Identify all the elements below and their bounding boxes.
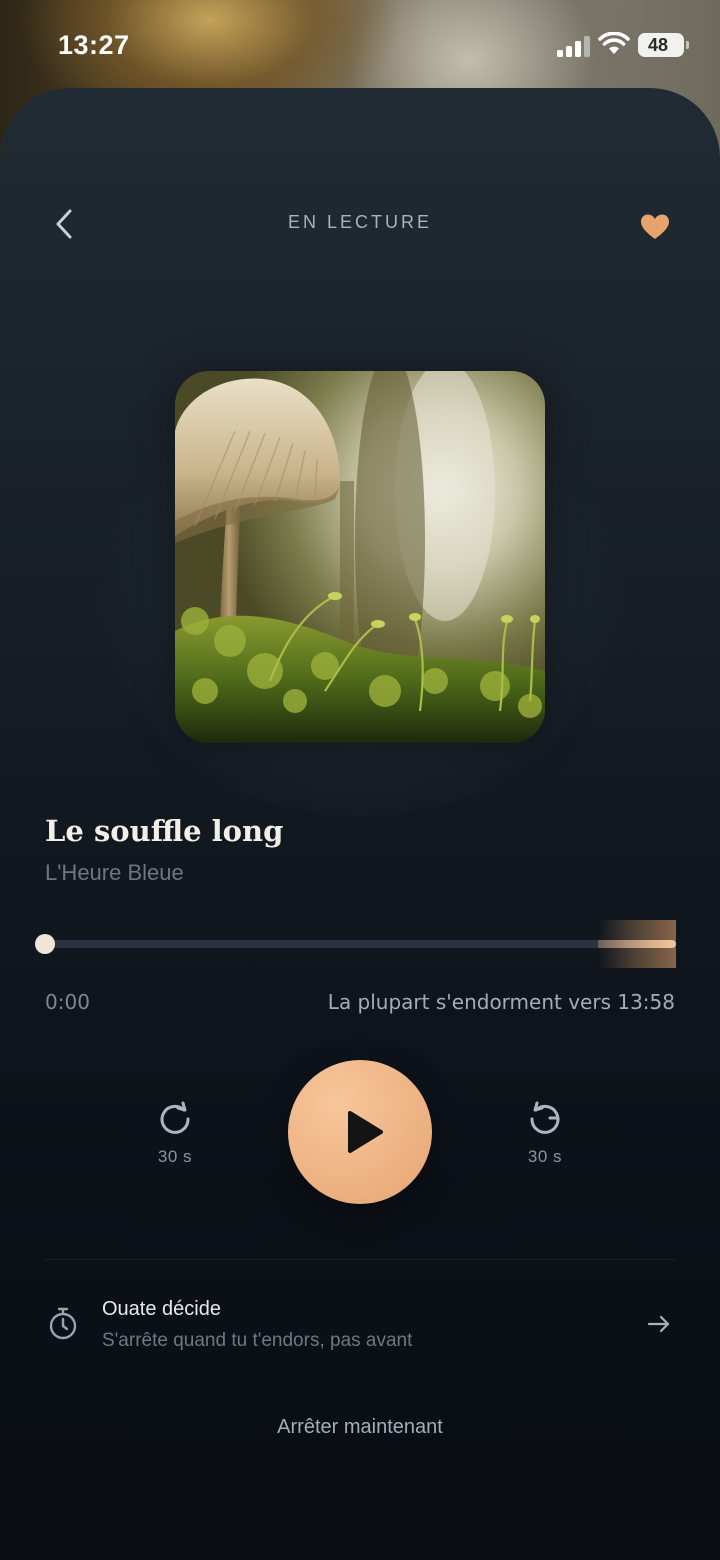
rotate-cw-icon — [530, 1101, 560, 1134]
current-time: 0:00 — [45, 990, 90, 1014]
sleep-timer-row[interactable]: Ouate décide S'arrête quand tu t'endors,… — [45, 1284, 675, 1364]
status-bar: 13:27 48 — [0, 0, 720, 90]
back-button[interactable] — [46, 203, 82, 245]
play-button[interactable] — [288, 1060, 432, 1204]
page-title: EN LECTURE — [287, 212, 433, 232]
track-artwork — [175, 371, 545, 743]
progress-bar[interactable] — [45, 940, 675, 948]
heart-icon — [641, 214, 669, 239]
track-title: Le souffle long — [45, 814, 284, 848]
sleep-estimate: La plupart s'endorment vers 13:58 — [327, 990, 675, 1014]
divider — [45, 1259, 675, 1260]
skip-back-button[interactable]: 30 s — [140, 1093, 210, 1173]
rotate-ccw-icon — [160, 1101, 190, 1134]
play-icon — [348, 1111, 383, 1153]
chevron-left-icon — [56, 209, 72, 239]
wifi-icon — [598, 32, 630, 54]
skip-back-label: 30 s — [157, 1147, 193, 1166]
arrow-right-icon — [647, 1315, 670, 1333]
stop-now-button[interactable]: Arrêter maintenant — [210, 1416, 510, 1439]
stopwatch-icon — [49, 1307, 77, 1340]
sleep-timer-subtitle: S'arrête quand tu t'endors, pas avant — [102, 1330, 413, 1351]
skip-forward-button[interactable]: 30 s — [510, 1093, 580, 1173]
track-artist: L'Heure Bleue — [45, 860, 184, 885]
battery-icon: 48 — [638, 33, 689, 57]
now-playing-sheet: EN LECTURE Le souffle long L'Heure Bleue… — [0, 88, 720, 1560]
battery-level: 48 — [647, 35, 669, 55]
progress-knob[interactable] — [35, 934, 55, 954]
favorite-button[interactable] — [636, 210, 674, 244]
signal-icon — [557, 36, 590, 57]
sleep-zone-indicator — [598, 920, 676, 968]
skip-forward-label: 30 s — [527, 1147, 563, 1166]
status-time: 13:27 — [58, 30, 130, 60]
sleep-timer-title: Ouate décide — [102, 1298, 221, 1320]
